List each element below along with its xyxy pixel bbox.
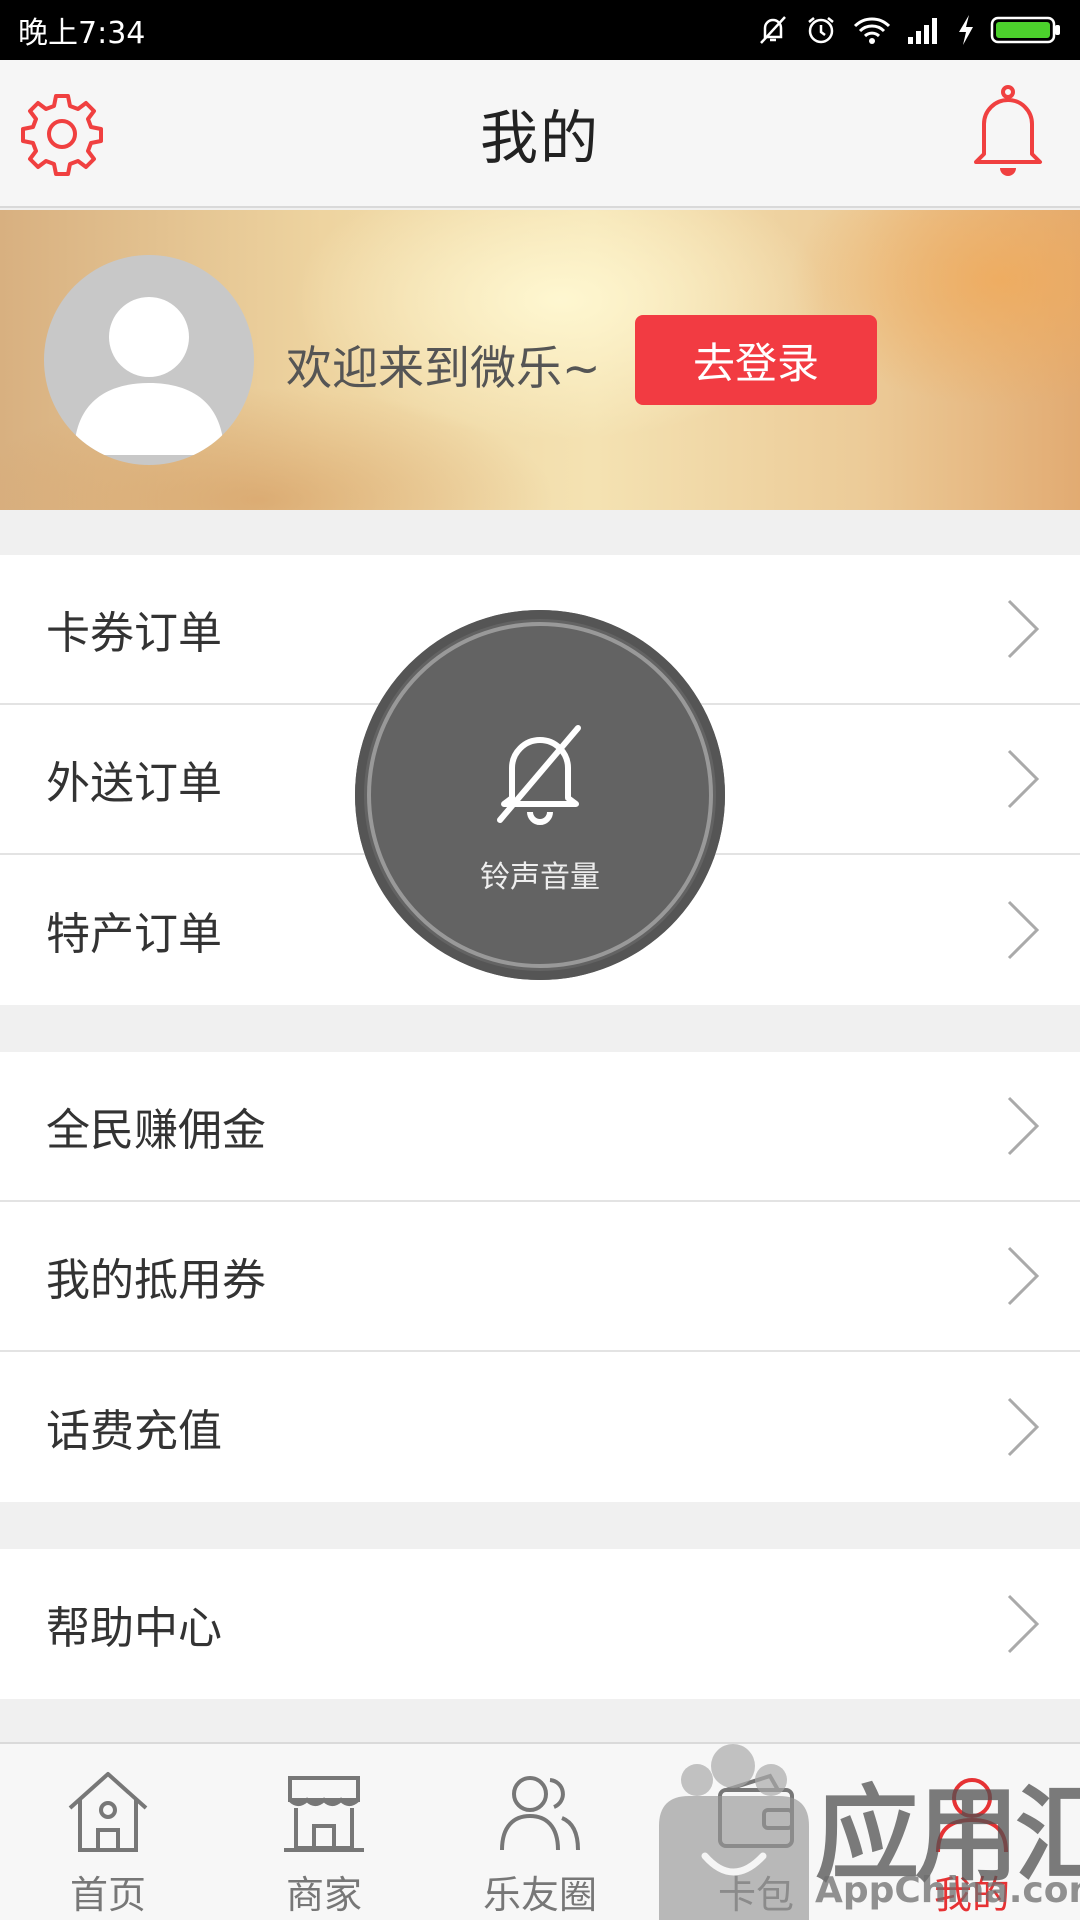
chevron-right-icon [1007, 1397, 1040, 1457]
avatar[interactable] [44, 255, 254, 465]
tab-card-wallet[interactable]: 卡包 [648, 1744, 864, 1920]
menu-item-label: 我的抵用券 [46, 1255, 266, 1306]
tab-label: 首页 [69, 1873, 146, 1917]
charging-icon [959, 15, 973, 45]
menu-item-label: 特产订单 [46, 909, 222, 960]
status-bar: 晚上7:34 [0, 0, 1080, 60]
bottom-tab-bar: 首页 商家 乐友圈 卡包 我的 [0, 1742, 1080, 1920]
help-menu-group: 帮助中心 [0, 1549, 1080, 1699]
profile-banner: 欢迎来到微乐~ 去登录 [0, 210, 1080, 510]
chevron-right-icon [1007, 599, 1040, 659]
profile-icon [936, 1778, 1008, 1853]
menu-item-my-vouchers[interactable]: 我的抵用券 [0, 1202, 1080, 1352]
wifi-icon [853, 17, 891, 44]
tab-label: 卡包 [717, 1873, 794, 1917]
tab-mine[interactable]: 我的 [864, 1744, 1080, 1920]
gear-icon[interactable] [16, 88, 108, 180]
battery-icon [990, 16, 1060, 44]
tab-label: 乐友圈 [482, 1873, 597, 1917]
friends-icon [500, 1776, 580, 1851]
alarm-icon [808, 17, 834, 44]
home-icon [68, 1772, 148, 1852]
menu-item-label: 话费充值 [46, 1406, 222, 1457]
bell-icon[interactable] [966, 84, 1050, 180]
chevron-right-icon [1007, 1246, 1040, 1306]
chevron-right-icon [1007, 749, 1040, 809]
chevron-right-icon [1007, 1594, 1040, 1654]
services-menu-group: 全民赚佣金 我的抵用券 话费充值 [0, 1052, 1080, 1502]
signal-icon [908, 18, 937, 44]
default-avatar-icon [74, 297, 224, 455]
tab-label: 我的 [933, 1873, 1010, 1917]
chevron-right-icon [1007, 900, 1040, 960]
login-button[interactable]: 去登录 [635, 315, 877, 405]
bell-muted-icon [497, 725, 581, 825]
status-time: 晚上7:34 [18, 16, 146, 51]
store-icon [284, 1776, 364, 1852]
menu-item-phone-recharge[interactable]: 话费充值 [0, 1352, 1080, 1502]
volume-label: 铃声音量 [480, 860, 600, 895]
menu-item-label: 全民赚佣金 [46, 1105, 266, 1156]
tab-label: 商家 [285, 1873, 362, 1917]
tab-merchants[interactable]: 商家 [216, 1744, 432, 1920]
tab-friends-circle[interactable]: 乐友圈 [432, 1744, 648, 1920]
page-title: 我的 [479, 104, 600, 172]
ringer-volume-overlay: 铃声音量 [355, 610, 725, 980]
status-icons [756, 13, 1062, 47]
chevron-right-icon [1007, 1096, 1040, 1156]
silent-bell-icon [760, 16, 786, 44]
wallet-icon [718, 1773, 794, 1848]
welcome-text: 欢迎来到微乐~ [286, 341, 601, 395]
menu-item-help-center[interactable]: 帮助中心 [0, 1549, 1080, 1699]
tab-home[interactable]: 首页 [0, 1744, 216, 1920]
menu-item-label: 外送订单 [46, 758, 222, 809]
menu-item-label: 帮助中心 [46, 1603, 222, 1654]
menu-item-commission[interactable]: 全民赚佣金 [0, 1052, 1080, 1202]
menu-item-label: 卡券订单 [46, 608, 222, 659]
app-header: 我的 [0, 60, 1080, 208]
